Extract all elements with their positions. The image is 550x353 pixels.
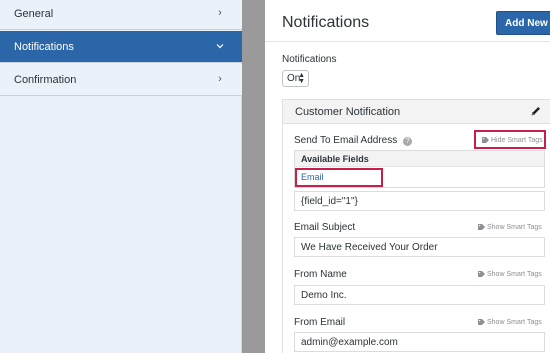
show-smart-tags-label: Show Smart Tags (487, 271, 542, 278)
chevron-right-icon: › (218, 73, 222, 85)
from-name-input[interactable]: Demo Inc. (294, 285, 545, 305)
sidebar-item-label: Confirmation (14, 73, 77, 86)
send-to-email-input[interactable]: {field_id="1"} (294, 191, 545, 211)
show-smart-tags-link[interactable]: Show Smart Tags (478, 271, 542, 278)
panel-header: Notifications Add New No (265, 0, 550, 42)
notification-box-header[interactable]: Customer Notification (283, 100, 550, 124)
chevron-down-icon (214, 40, 226, 52)
page-title: Notifications (282, 14, 370, 31)
add-new-notification-button[interactable]: Add New No (496, 11, 550, 35)
chevron-right-icon: › (218, 7, 222, 19)
notification-title: Customer Notification (295, 106, 401, 118)
email-subject-input[interactable]: We Have Received Your Order (294, 237, 545, 257)
panel-divider (242, 0, 265, 353)
select-arrows-icon: ▲ ▼ (298, 72, 305, 85)
hide-smart-tags-label: Hide Smart Tags (491, 137, 543, 144)
pencil-icon[interactable] (530, 105, 542, 117)
tag-icon (478, 271, 485, 277)
show-smart-tags-label: Show Smart Tags (487, 224, 542, 231)
sidebar-item-general[interactable]: General › (0, 0, 242, 30)
show-smart-tags-label: Show Smart Tags (487, 319, 542, 326)
from-name-label: From Name (294, 269, 347, 280)
sidebar-item-label: General (14, 7, 54, 20)
hide-smart-tags-link[interactable]: Hide Smart Tags (482, 137, 543, 144)
sidebar-item-notifications[interactable]: Notifications (0, 31, 242, 63)
from-email-input[interactable]: admin@example.com (294, 332, 545, 352)
show-smart-tags-link[interactable]: Show Smart Tags (478, 319, 542, 326)
send-to-email-label: Send To Email Address? (294, 135, 413, 146)
settings-sidebar: General › Notifications Confirmation › (0, 0, 242, 353)
available-field-email[interactable]: Email (301, 172, 324, 182)
notifications-panel: Notifications Add New No Notifications O… (265, 0, 550, 353)
send-to-email-label-text: Send To Email Address (294, 135, 398, 146)
show-smart-tags-link[interactable]: Show Smart Tags (478, 224, 542, 231)
from-email-label: From Email (294, 317, 346, 328)
tag-icon (482, 137, 489, 143)
notifications-select[interactable]: On ▲ ▼ (282, 70, 309, 87)
tag-icon (478, 319, 485, 325)
available-fields-header: Available Fields (295, 151, 544, 167)
email-subject-label: Email Subject (294, 222, 356, 233)
help-icon[interactable]: ? (403, 137, 413, 146)
tag-icon (478, 224, 485, 230)
sidebar-item-label: Notifications (14, 40, 74, 53)
available-fields-list: Available Fields Email (294, 150, 545, 188)
sidebar-item-confirmation[interactable]: Confirmation › (0, 64, 242, 96)
notifications-toggle-label: Notifications (282, 54, 337, 65)
